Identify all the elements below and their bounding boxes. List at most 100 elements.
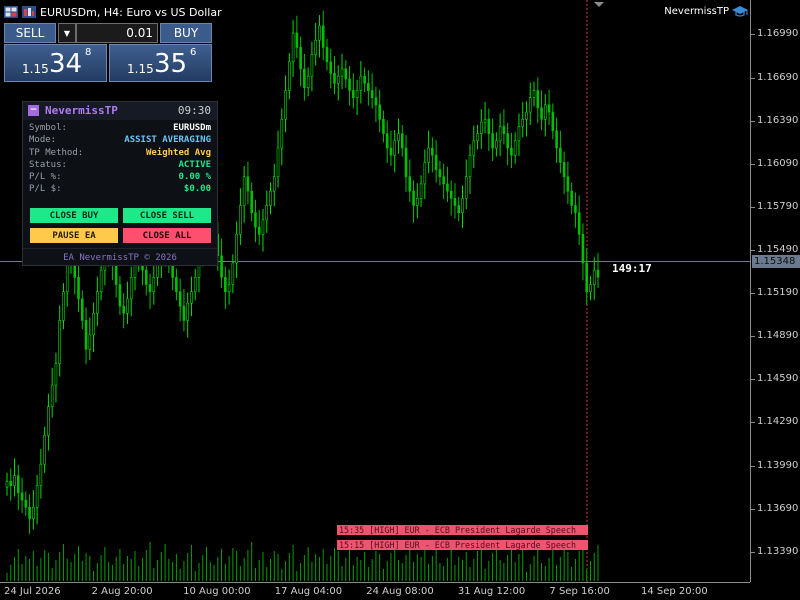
candle-body xyxy=(442,176,445,185)
candle-body xyxy=(596,269,600,278)
volume-bar xyxy=(574,559,576,581)
volume-bar xyxy=(47,553,49,581)
bid-prefix: 1.15 xyxy=(22,62,49,76)
candle-body xyxy=(280,118,284,149)
candle-body xyxy=(32,506,35,520)
volume-bar xyxy=(567,552,569,581)
volume-bar xyxy=(522,546,524,581)
price-tick xyxy=(751,379,755,381)
volume-bar xyxy=(247,550,249,581)
time-label: 14 Sep 20:00 xyxy=(641,586,708,597)
close-buy-button[interactable]: CLOSE BUY xyxy=(30,208,118,223)
price-chart[interactable] xyxy=(0,0,750,582)
volume-bar xyxy=(36,566,38,581)
candle-body xyxy=(446,183,449,192)
candle-body xyxy=(231,262,235,285)
candle-body xyxy=(28,506,31,520)
volume-bar xyxy=(126,556,128,581)
volume-bar xyxy=(544,566,546,581)
candle-body xyxy=(438,169,442,178)
candle-body xyxy=(129,277,133,300)
candle-body xyxy=(16,475,20,494)
price-axis[interactable]: 1.15348 1.16990 1.16690 1.16390 1.16090 1.15… xyxy=(750,0,800,582)
shift-marker-icon[interactable] xyxy=(594,2,604,7)
volume-bar xyxy=(198,563,200,581)
candle-body xyxy=(352,90,355,99)
price-label: 1.15190 xyxy=(757,287,799,299)
volume-bar xyxy=(172,562,174,581)
ask-pips: 35 xyxy=(154,49,188,79)
candle-body xyxy=(506,133,509,149)
volume-bar xyxy=(352,565,354,581)
candle-body xyxy=(239,205,242,235)
info-label: Symbol: xyxy=(29,123,67,133)
sell-button[interactable]: SELL xyxy=(4,23,56,43)
info-value: Weighted Avg xyxy=(145,148,211,158)
candle-body xyxy=(227,284,231,293)
bid-quote-button[interactable]: 1.15 34 8 xyxy=(4,44,107,82)
candle-body xyxy=(574,205,577,213)
buy-button[interactable]: BUY xyxy=(160,23,212,43)
candle-body xyxy=(540,107,543,120)
price-label: 1.14590 xyxy=(757,373,799,385)
candle-body xyxy=(513,140,517,156)
candle-body xyxy=(370,90,374,99)
candle-body xyxy=(393,140,397,156)
volume-bar xyxy=(507,555,509,581)
candle-body xyxy=(254,212,257,228)
close-sell-button[interactable]: CLOSE SELL xyxy=(123,208,211,223)
chart-window[interactable]: EURUSDm, H4: Euro vs US Dollar Nevermiss… xyxy=(0,0,800,600)
candle-body xyxy=(99,269,103,293)
volume-bar xyxy=(251,542,253,581)
volume-bar xyxy=(292,545,294,581)
indicator-icon[interactable] xyxy=(22,6,36,18)
candle-body xyxy=(5,481,9,488)
news-event-label[interactable]: 15:35 [HIGH] EUR - ECB President Lagarde… xyxy=(337,525,588,535)
volume-bar xyxy=(510,547,512,581)
volume-bar xyxy=(296,571,298,581)
ea-panel-header[interactable]: − NevermissTP 09:30 xyxy=(23,102,217,120)
ea-info-panel[interactable]: − NevermissTP 09:30 Symbol: EURUSDm Mode… xyxy=(22,101,218,266)
minimize-icon[interactable]: − xyxy=(28,105,39,116)
candle-body xyxy=(325,47,329,63)
candle-body xyxy=(521,118,525,127)
volume-bar xyxy=(164,544,166,581)
volume-bar xyxy=(243,558,245,581)
graduation-cap-icon xyxy=(732,6,748,17)
candle-body xyxy=(190,291,193,304)
candle-body xyxy=(397,133,400,142)
candle-body xyxy=(126,298,129,314)
candle-body xyxy=(65,262,69,293)
candle-body xyxy=(77,277,80,300)
volume-bar xyxy=(401,563,403,581)
candle-body xyxy=(295,32,299,48)
candle-body xyxy=(577,212,581,235)
volume-bar xyxy=(285,561,287,581)
candle-body xyxy=(47,406,50,436)
price-tick xyxy=(751,551,755,553)
candle-body xyxy=(480,121,483,134)
volume-bar xyxy=(281,569,283,581)
volume-bar xyxy=(96,563,98,581)
lot-size-input[interactable]: 0.01 xyxy=(76,23,158,43)
candle-body xyxy=(24,499,28,508)
close-all-button[interactable]: CLOSE ALL xyxy=(123,228,211,243)
price-tick xyxy=(751,336,755,338)
time-axis[interactable]: 24 Jul 2026 2 Aug 20:00 10 Aug 00:00 17 Aug… xyxy=(0,582,750,600)
ask-quote-button[interactable]: 1.15 35 6 xyxy=(109,44,212,82)
candle-body xyxy=(182,305,186,321)
news-event-label[interactable]: 15:15 [HIGH] EUR - ECB President Lagarde… xyxy=(337,540,588,550)
candle-body xyxy=(382,118,385,134)
pause-ea-button[interactable]: PAUSE EA xyxy=(30,228,118,243)
grid-icon[interactable] xyxy=(4,6,18,18)
candle-body xyxy=(284,90,287,120)
volume-bar xyxy=(326,564,328,581)
volume-bar xyxy=(443,566,445,581)
candle-body xyxy=(13,475,16,487)
chart-title-bar: EURUSDm, H4: Euro vs US Dollar xyxy=(4,4,222,20)
price-tick xyxy=(751,163,755,165)
lot-dropdown-chevron-icon[interactable]: ▼ xyxy=(58,23,76,43)
candle-body xyxy=(378,104,381,120)
info-value: 0.00 % xyxy=(178,172,211,182)
candle-body xyxy=(299,47,302,70)
